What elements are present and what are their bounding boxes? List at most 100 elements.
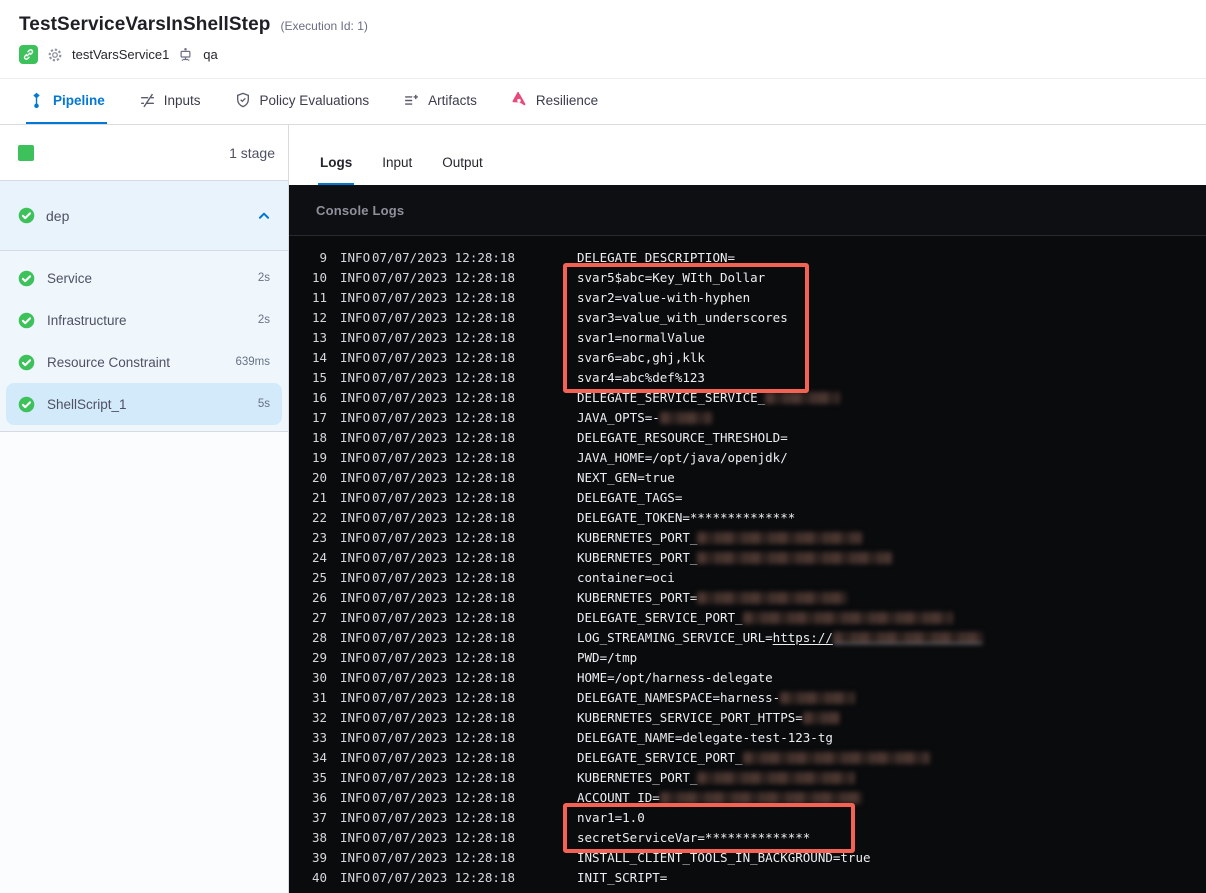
tab-resilience[interactable]: Resilience: [509, 79, 600, 124]
execution-page: TestServiceVarsInShellStep (Execution Id…: [0, 0, 1206, 893]
log-message: JAVA_OPTS=-: [577, 408, 713, 428]
stage-group-dep[interactable]: dep: [0, 181, 288, 251]
pipeline-icon: [28, 92, 45, 109]
log-line-21: 21 INFO 07/07/2023 12:28:18 DELEGATE_TAGS=: [289, 488, 1206, 508]
console-title: Console Logs: [316, 202, 405, 218]
step-item-shellscript-1[interactable]: ShellScript_1 5s: [6, 383, 282, 425]
page-title: TestServiceVarsInShellStep: [19, 14, 271, 35]
chevron-up-icon[interactable]: [257, 209, 271, 223]
tab-label: Resilience: [535, 93, 599, 108]
log-message: DELEGATE_SERVICE_SERVICE_: [577, 388, 841, 408]
log-timestamp: 07/07/2023 12:28:18: [372, 830, 515, 845]
log-line-31: 31 INFO 07/07/2023 12:28:18 DELEGATE_NAMESP…: [289, 688, 1206, 708]
redacted-value: [697, 772, 855, 784]
step-item-service[interactable]: Service 2s: [6, 257, 282, 299]
log-message: HOME=/opt/harness-delegate: [577, 670, 773, 685]
gear-icon[interactable]: [47, 47, 63, 63]
log-line-number: 17: [311, 410, 327, 425]
log-line-36: 36 INFO 07/07/2023 12:28:18 ACCOUNT_ID=: [289, 788, 1206, 808]
log-line-15: 15 INFO 07/07/2023 12:28:18 svar4=abc%def%1…: [289, 368, 1206, 388]
log-link[interactable]: https://: [773, 630, 833, 645]
log-level: INFO: [340, 630, 371, 645]
success-check-icon: [18, 207, 35, 224]
log-level: INFO: [340, 530, 371, 545]
log-timestamp: 07/07/2023 12:28:18: [372, 770, 515, 785]
step-item-infrastructure[interactable]: Infrastructure 2s: [6, 299, 282, 341]
top-nav-tabs: Pipeline Inputs Policy Evaluations Artif…: [0, 78, 1206, 125]
log-timestamp: 07/07/2023 12:28:18: [372, 670, 515, 685]
redacted-value: [742, 752, 931, 764]
service-name[interactable]: testVarsService1: [72, 47, 169, 62]
log-level: INFO: [340, 750, 371, 765]
log-timestamp: 07/07/2023 12:28:18: [372, 430, 515, 445]
shield-check-icon: [235, 92, 252, 109]
step-item-resource-constraint[interactable]: Resource Constraint 639ms: [6, 341, 282, 383]
log-line-29: 29 INFO 07/07/2023 12:28:18 PWD=/tmp: [289, 648, 1206, 668]
log-message: svar2=value-with-hyphen: [577, 290, 751, 305]
log-line-number: 27: [311, 610, 327, 625]
console-header[interactable]: Console Logs: [289, 185, 1206, 236]
log-line-30: 30 INFO 07/07/2023 12:28:18 HOME=/opt/harne…: [289, 668, 1206, 688]
log-line-number: 36: [311, 790, 327, 805]
log-line-number: 26: [311, 590, 327, 605]
log-level: INFO: [340, 550, 371, 565]
log-level: INFO: [340, 450, 371, 465]
log-line-number: 32: [311, 710, 327, 725]
log-timestamp: 07/07/2023 12:28:18: [372, 790, 515, 805]
tab-inputs[interactable]: Inputs: [137, 79, 203, 124]
log-message: DELEGATE_NAMESPACE=harness-: [577, 688, 856, 708]
log-message: KUBERNETES_SERVICE_PORT_HTTPS=: [577, 708, 841, 728]
log-line-number: 16: [311, 390, 327, 405]
tab-artifacts[interactable]: Artifacts: [401, 79, 479, 124]
log-message: secretServiceVar=**************: [577, 830, 811, 845]
log-line-34: 34 INFO 07/07/2023 12:28:18 DELEGATE_SERVIC…: [289, 748, 1206, 768]
redacted-value: [659, 412, 713, 424]
log-line-number: 9: [319, 250, 327, 265]
log-timestamp: 07/07/2023 12:28:18: [372, 870, 515, 885]
execution-sidebar: 1 stage dep Service 2s Infrastructure 2s Res…: [0, 125, 289, 893]
log-message: svar5$abc=Key_WIth_Dollar: [577, 270, 766, 285]
stage-count: 1 stage: [229, 144, 275, 161]
log-line-number: 28: [311, 630, 327, 645]
resilience-chaos-icon: [511, 92, 528, 109]
redacted-value: [697, 592, 848, 604]
step-label: ShellScript_1: [47, 396, 127, 412]
log-line-number: 11: [311, 290, 327, 305]
log-timestamp: 07/07/2023 12:28:18: [372, 690, 515, 705]
log-line-28: 28 INFO 07/07/2023 12:28:18 LOG_STREAMING_S…: [289, 628, 1206, 648]
stage-header: 1 stage: [0, 125, 288, 181]
console-log-body[interactable]: 9 INFO 07/07/2023 12:28:18 DELEGATE_DESCRIP…: [289, 236, 1206, 893]
log-timestamp: 07/07/2023 12:28:18: [372, 250, 515, 265]
log-level: INFO: [340, 290, 371, 305]
log-message: DELEGATE_TOKEN=**************: [577, 510, 796, 525]
tab-pipeline[interactable]: Pipeline: [26, 79, 107, 124]
log-message: svar6=abc,ghj,klk: [577, 350, 705, 365]
log-line-number: 19: [311, 450, 327, 465]
log-timestamp: 07/07/2023 12:28:18: [372, 350, 515, 365]
log-line-33: 33 INFO 07/07/2023 12:28:18 DELEGATE_NAME=d…: [289, 728, 1206, 748]
log-line-16: 16 INFO 07/07/2023 12:28:18 DELEGATE_SERVIC…: [289, 388, 1206, 408]
log-timestamp: 07/07/2023 12:28:18: [372, 330, 515, 345]
log-message: JAVA_HOME=/opt/java/openjdk/: [577, 450, 788, 465]
log-line-number: 40: [311, 870, 327, 885]
log-line-number: 24: [311, 550, 327, 565]
tab-input[interactable]: Input: [380, 155, 414, 185]
log-line-24: 24 INFO 07/07/2023 12:28:18 KUBERNETES_PORT…: [289, 548, 1206, 568]
log-line-11: 11 INFO 07/07/2023 12:28:18 svar2=value-wit…: [289, 288, 1206, 308]
log-line-number: 18: [311, 430, 327, 445]
tab-policy-evaluations[interactable]: Policy Evaluations: [233, 79, 372, 124]
log-line-number: 14: [311, 350, 327, 365]
log-level: INFO: [340, 790, 371, 805]
tab-output[interactable]: Output: [440, 155, 485, 185]
log-timestamp: 07/07/2023 12:28:18: [372, 290, 515, 305]
environment-name[interactable]: qa: [203, 47, 217, 62]
redacted-value: [780, 692, 856, 704]
tab-logs[interactable]: Logs: [318, 155, 355, 185]
log-level: INFO: [340, 250, 371, 265]
stage-status-square[interactable]: [18, 144, 34, 161]
step-label: Service: [47, 270, 93, 286]
log-message: DELEGATE_SERVICE_PORT_: [577, 748, 931, 768]
redacted-link-value: [832, 632, 983, 644]
log-timestamp: 07/07/2023 12:28:18: [372, 650, 515, 665]
log-line-35: 35 INFO 07/07/2023 12:28:18 KUBERNETES_PORT…: [289, 768, 1206, 788]
